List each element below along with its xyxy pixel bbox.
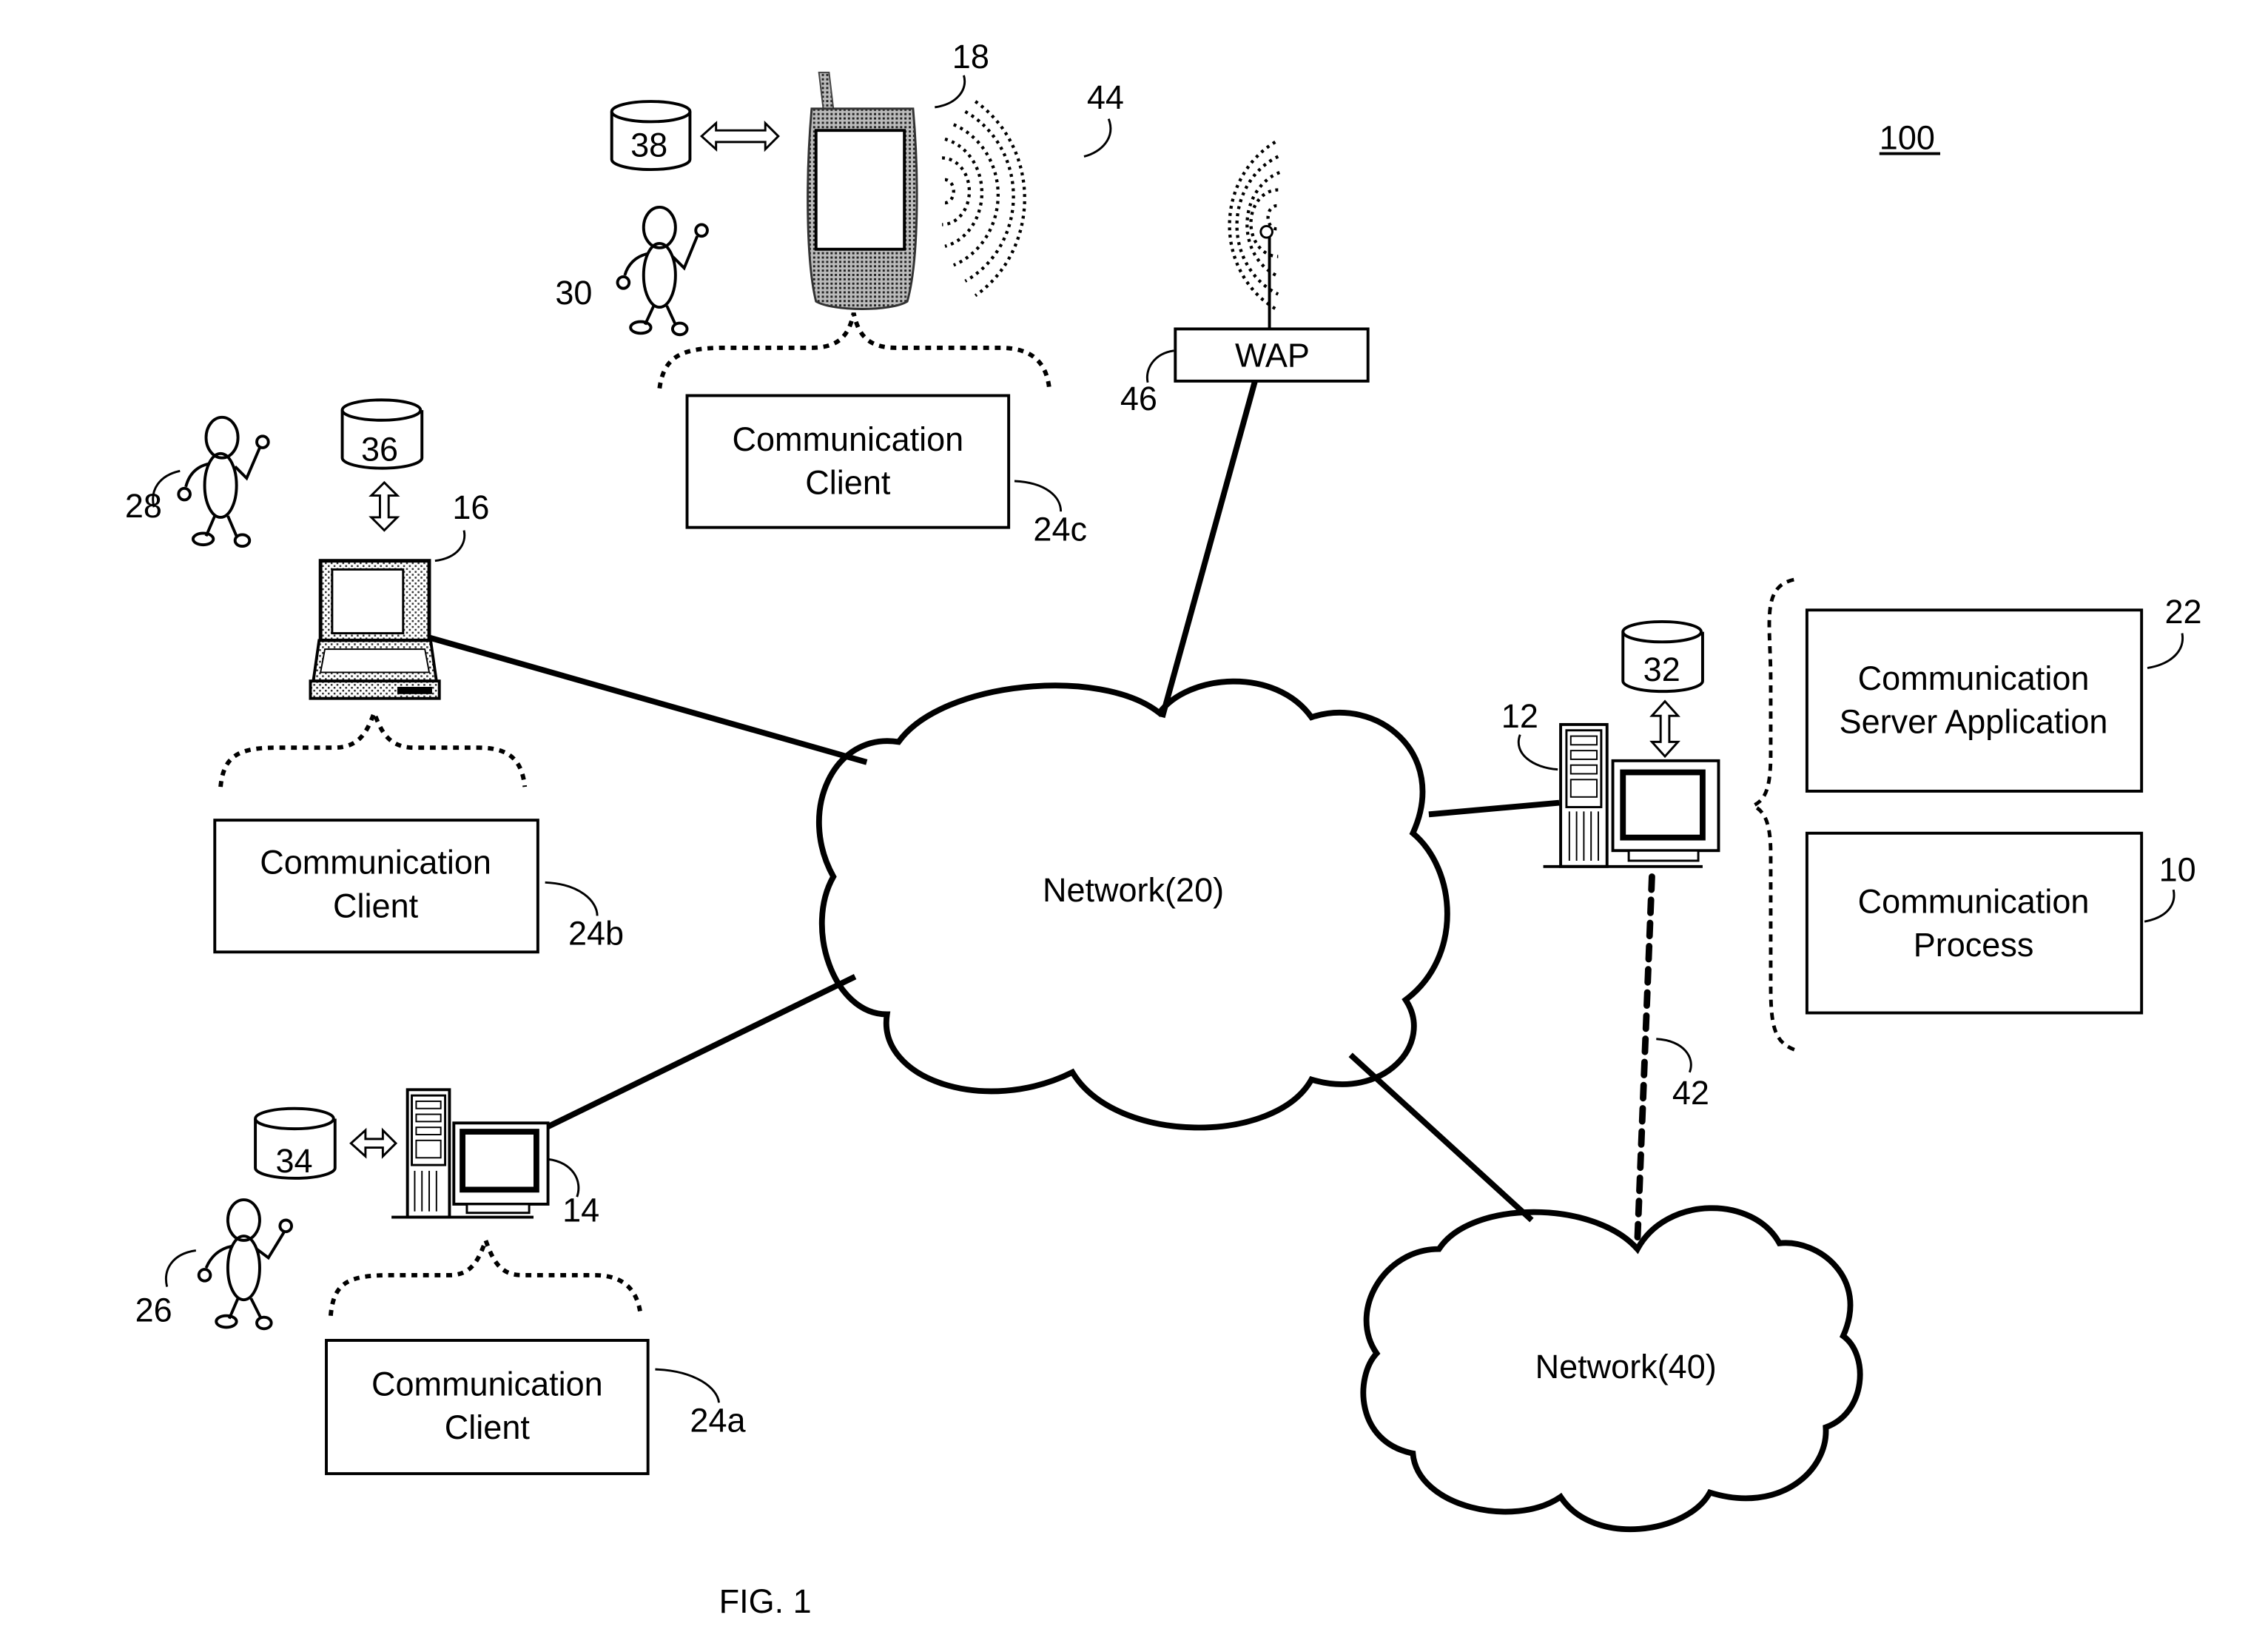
client-box-24a-line1: Communication [371,1365,603,1403]
link-laptop-network20 [428,634,868,765]
client-box-24b-line2: Client [333,887,419,924]
network-40-cloud: Network(40) [1360,1205,1863,1533]
laptop-ref-leader [434,530,466,562]
server-application-box: Communication Server Application [1805,608,2144,793]
link-desktop-network20 [545,974,857,1130]
link-42-ref-leader [1656,1038,1692,1073]
datastore-38-label: 38 [630,126,667,164]
user-28-ref: 28 [125,487,162,525]
network-20-label: Network(20) [1043,871,1224,909]
wireless-access-point: WAP [1174,327,1370,383]
datastore-34-label: 34 [275,1142,312,1180]
client-box-24b-line1: Communication [260,844,491,881]
client-box-24c-line2: Client [805,464,891,502]
smartphone-ref-leader [935,75,966,109]
server-application-line2: Server Application [1840,703,2108,741]
smartphone-ref: 18 [952,38,989,75]
link-server-network40-dashed [1634,873,1655,1244]
desktop-client-brace [328,1234,643,1317]
datastore-38-arrow-icon [699,120,780,152]
communication-process-line1: Communication [1858,882,2090,920]
client-box-24a-ref-leader [655,1368,721,1403]
client-box-24b-ref-leader [545,881,599,916]
user-30-icon [616,206,709,337]
smartphone-client-brace [657,312,1051,389]
server-computer [1543,722,1720,868]
server-application-line1: Communication [1858,659,2090,697]
user-28-icon [177,415,270,548]
client-box-24c-ref-leader [1014,480,1063,512]
link-server-network20 [1428,799,1560,818]
user-26-icon [197,1198,293,1331]
figure-title: FIG. 1 [719,1582,812,1620]
laptop-ref: 16 [452,488,489,526]
client-box-24b-ref: 24b [568,914,624,952]
desktop-ref: 14 [562,1191,599,1229]
client-box-24c: Communication Client [685,394,1011,529]
client-box-24c-ref: 24c [1033,510,1087,548]
server-ref-leader [1517,734,1558,771]
client-box-24c-line1: Communication [732,420,963,458]
figure-reference: 100 [1880,119,1935,157]
patent-diagram: Network(20) Network(40) 12 32 Communicat… [125,38,2202,1620]
wap-ref-leader [1145,349,1174,383]
link-42-ref: 42 [1672,1074,1709,1112]
server-application-ref: 22 [2164,593,2201,631]
datastore-32-arrow-icon [1649,699,1680,759]
user-26-ref: 26 [135,1292,172,1329]
desktop-computer [391,1088,550,1219]
server-application-ref-leader [2147,633,2184,670]
server-brace [1749,577,1798,1052]
wireless-signal-ref-leader [1083,118,1112,158]
communication-process-box: Communication Process [1805,831,2144,1015]
communication-process-ref-leader [2144,889,2176,923]
user-30-ref: 30 [555,274,592,312]
datastore-32: 32 [1621,619,1704,693]
wap-antenna-tip [1259,224,1273,239]
datastore-34: 34 [254,1106,337,1180]
smartphone [807,71,918,310]
laptop-client-brace [218,707,528,787]
user-26-ref-leader [165,1249,197,1287]
laptop-computer [309,559,441,700]
connections [428,224,1655,1244]
link-wap-network20 [1159,380,1258,719]
communication-process-line2: Process [1914,926,2034,964]
network-40-label: Network(40) [1535,1348,1717,1386]
datastore-34-arrow-icon [349,1127,398,1159]
datastore-32-label: 32 [1643,651,1680,688]
communication-process-ref: 10 [2159,850,2196,888]
client-box-24a-ref: 24a [690,1401,746,1439]
server-ref: 12 [1501,697,1538,735]
wap-label: WAP [1235,336,1310,374]
datastore-36: 36 [340,398,424,470]
client-box-24b: Communication Client [213,819,539,954]
datastore-38: 38 [610,100,692,172]
datastore-36-label: 36 [361,431,398,468]
datastore-36-arrow-icon [369,480,400,532]
client-box-24a: Communication Client [325,1339,650,1476]
wireless-signal-ref: 44 [1087,78,1124,116]
wap-ref: 46 [1120,380,1157,417]
client-box-24a-line2: Client [445,1408,531,1446]
